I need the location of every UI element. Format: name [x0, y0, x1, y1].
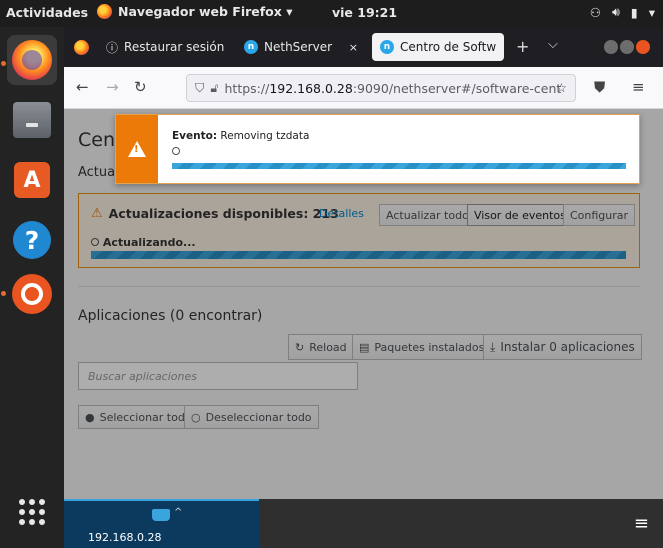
list-tabs-button[interactable]: ⌵: [548, 37, 558, 52]
cockpit-bottom-bar: ^ 192.168.0.28 ≡: [64, 499, 663, 548]
app-menu[interactable]: Navegador web Firefox ▾: [97, 4, 292, 19]
nethserver-icon: n: [244, 40, 258, 54]
clock[interactable]: vie 19:21: [332, 5, 397, 20]
event-notification: Evento: Removing tzdata: [115, 114, 640, 184]
forward-arrow-icon[interactable]: →: [106, 78, 119, 96]
ubuntu-dock: A ?: [0, 27, 64, 548]
warning-icon: [128, 141, 146, 157]
firefox-icon: [12, 40, 52, 80]
tab-nethserver[interactable]: n NethServer ×: [236, 33, 366, 61]
toast-message: Evento: Removing tzdata: [172, 130, 309, 158]
event-progress-bar: [172, 163, 626, 169]
ubuntu-icon: [12, 274, 52, 314]
dock-help[interactable]: ?: [7, 215, 57, 265]
close-tab-icon[interactable]: ×: [502, 41, 504, 54]
running-indicator: [1, 291, 6, 296]
system-tray[interactable]: ⚇ 🔊︎ ▮ ▾: [590, 4, 655, 20]
volume-icon: 🔊︎: [611, 4, 620, 19]
network-icon: ⚇: [589, 4, 601, 20]
navigation-toolbar: ← → ↻ ⛉ 🔓︎ https://192.168.0.28:9090/net…: [64, 67, 663, 109]
show-applications-button[interactable]: [7, 487, 57, 537]
close-tab-icon[interactable]: ×: [349, 41, 358, 54]
close-window-button[interactable]: [636, 40, 650, 54]
nethserver-icon: n: [380, 40, 394, 54]
pocket-icon[interactable]: ⛊: [594, 78, 605, 96]
files-icon: [13, 102, 51, 138]
url-text: https://192.168.0.28:9090/nethserver#/so…: [224, 80, 562, 96]
dock-software[interactable]: A: [7, 155, 57, 205]
shield-icon[interactable]: ⛉: [195, 80, 204, 96]
system-menu-chevron-icon: ▾: [648, 4, 655, 20]
maximize-window-button[interactable]: [620, 40, 634, 54]
gnome-top-bar: Actividades Navegador web Firefox ▾ vie …: [0, 0, 663, 27]
dock-files[interactable]: [7, 95, 57, 145]
url-bar[interactable]: ⛉ 🔓︎ https://192.168.0.28:9090/nethserve…: [186, 74, 576, 102]
dock-firefox[interactable]: [7, 35, 57, 85]
dock-ubuntu[interactable]: [7, 269, 57, 319]
battery-icon: ▮: [630, 4, 638, 20]
firefox-view-icon[interactable]: [74, 40, 89, 55]
minimize-window-button[interactable]: [604, 40, 618, 54]
host-selector[interactable]: ^ 192.168.0.28: [64, 499, 259, 548]
app-menu-label: Navegador web Firefox ▾: [118, 4, 293, 19]
host-label: 192.168.0.28: [88, 531, 162, 544]
tab-label: Restaurar sesión: [124, 40, 225, 54]
menu-icon[interactable]: ≡: [632, 78, 645, 96]
reload-icon[interactable]: ↻: [134, 78, 147, 96]
tab-label: Centro de Softw: [400, 40, 497, 54]
toast-warning-strip: [116, 115, 158, 183]
show-applications-grid-icon: [19, 499, 45, 525]
activities-button[interactable]: Actividades: [6, 5, 88, 20]
running-indicator: [1, 61, 6, 66]
server-icon: [152, 509, 170, 521]
firefox-icon: [97, 4, 112, 19]
info-icon: ⓘ: [106, 40, 119, 55]
back-arrow-icon[interactable]: ←: [76, 78, 89, 96]
bookmark-star-icon[interactable]: ☆: [556, 80, 567, 95]
tab-centro-de-software[interactable]: n Centro de Softw ×: [372, 33, 504, 61]
tab-restaurar-sesion[interactable]: ⓘ Restaurar sesión ×: [98, 33, 230, 61]
browser-tab-strip: ⓘ Restaurar sesión × n NethServer × n Ce…: [64, 27, 663, 67]
tab-label: NethServer: [264, 40, 333, 54]
chevron-up-icon: ^: [174, 507, 183, 518]
hamburger-menu-icon[interactable]: ≡: [634, 513, 649, 534]
help-icon: ?: [13, 221, 51, 259]
new-tab-button[interactable]: +: [516, 37, 529, 56]
software-store-icon: A: [14, 162, 50, 198]
spinner-icon: [172, 147, 180, 155]
lock-warning-icon[interactable]: 🔓︎: [210, 80, 218, 96]
